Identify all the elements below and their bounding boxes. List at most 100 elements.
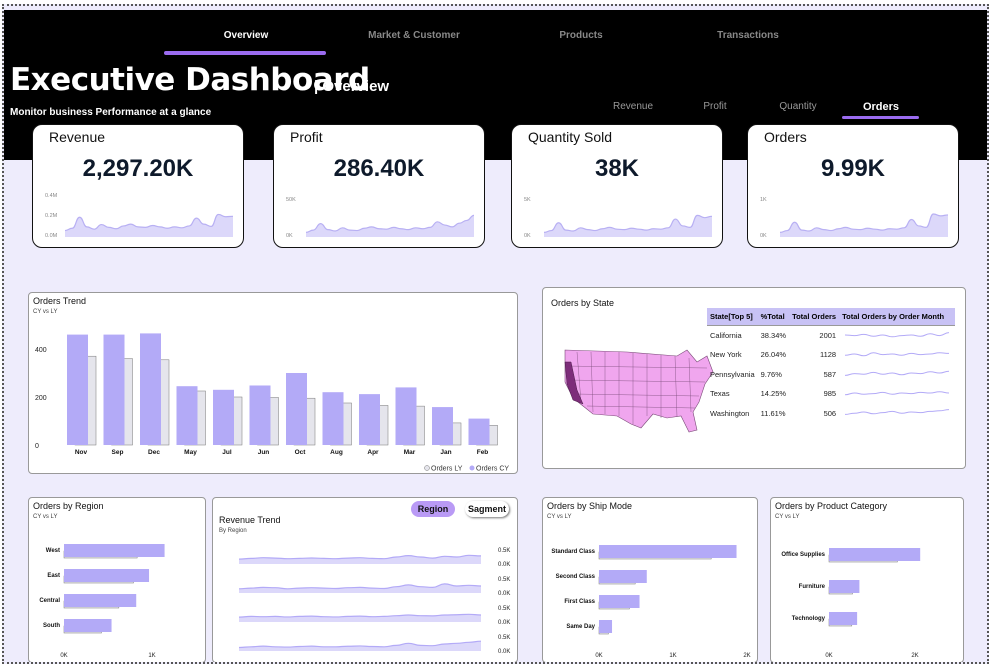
x-tick-label: Mar [404, 449, 416, 456]
revenue-trend-chart: 0.5K 0.0K 0.5K 0.0K 0.5K 0.0K 0.5K 0.0K [238, 548, 510, 655]
metric-tab-profit[interactable]: Profit [675, 101, 755, 112]
kpi-sparkline: 0.4M 0.2M 0.0M [45, 193, 234, 239]
row-sparkline [845, 352, 950, 357]
orders-by-category-chart: Office Supplies Furniture Technology 0K 2K [781, 548, 921, 659]
table-row[interactable]: Pennsylvania 9.76% 587 [707, 365, 955, 385]
kpi-value: 38K [594, 155, 640, 182]
category-label: East [47, 573, 60, 579]
cell-sparkline [839, 345, 955, 365]
col-state[interactable]: State[Top 5] [707, 308, 758, 326]
kpi-axis-label: 0K [286, 233, 293, 239]
table-row[interactable]: California 38.34% 2001 [707, 326, 955, 346]
cell-state: New York [710, 350, 742, 360]
nav-tab-transactions[interactable]: Transactions [668, 30, 828, 41]
orders-by-state-card: Orders by State State[Top 5] %Total Tota… [542, 287, 966, 469]
nav-tab-products[interactable]: Products [501, 30, 661, 41]
cell-sparkline [839, 365, 955, 385]
y-tick-label: 0 [35, 443, 39, 450]
x-tick-label: Jun [258, 449, 270, 456]
x-tick-label: Aug [330, 449, 343, 456]
metric-tab-orders[interactable]: Orders [841, 101, 921, 113]
cell-orders: 587 [823, 369, 837, 379]
bar-orders-cy [103, 334, 125, 445]
sparkline-path [845, 331, 950, 337]
category-label: Office Supplies [781, 552, 825, 558]
category-label: West [46, 548, 60, 554]
bar-orders-cy [359, 394, 380, 445]
x-tick-label: 0K [60, 653, 67, 659]
y-tick-label: 0.5K [498, 606, 510, 612]
bar-cy [599, 595, 640, 608]
x-tick-label: Jul [222, 449, 232, 456]
x-tick-label: Dec [148, 449, 160, 456]
x-tick-label: Sep [112, 449, 124, 456]
usa-map [564, 349, 714, 433]
bar-orders-cy [395, 387, 417, 445]
table-row[interactable]: New York 26.04% 1128 [707, 345, 955, 365]
category-label: First Class [564, 599, 595, 605]
row-sparkline [845, 331, 950, 337]
y-tick-label: 0.0K [498, 591, 510, 597]
row-sparkline [845, 391, 950, 396]
y-tick-label: 0.0K [498, 649, 510, 655]
kpi-sparkline: 1K 0K [760, 197, 949, 239]
bar-cy [64, 594, 137, 607]
cell-orders: 506 [823, 408, 837, 418]
category-label: Second Class [556, 574, 596, 580]
table-row[interactable]: Texas 14.25% 985 [707, 384, 955, 404]
nav-tab-market-customer[interactable]: Market & Customer [334, 30, 494, 41]
bar-cy [829, 548, 921, 561]
kpi-axis-label: 1K [760, 197, 767, 203]
table-row[interactable]: Washington 11.61% 506 [707, 404, 955, 424]
row-sparkline [845, 370, 950, 377]
x-tick-label: Apr [367, 449, 379, 456]
col-orders[interactable]: Total Orders [789, 308, 840, 326]
bar-orders-cy [468, 418, 490, 445]
metric-active-underline [842, 116, 919, 119]
x-tick-label: Feb [477, 449, 489, 456]
nav-tab-overview[interactable]: Overview [166, 30, 326, 41]
metric-tab-quantity[interactable]: Quantity [758, 101, 838, 112]
category-label: Technology [792, 616, 826, 622]
kpi-card-orders: Orders 9.99K 1K 0K [747, 124, 959, 248]
sparkline-path [845, 391, 950, 396]
card-title: Orders by State [551, 298, 615, 308]
sparkline-path [845, 370, 950, 377]
orders-trend-chart: 0 200 400 Nov Sep Dec May Jul Jun Oct Aug Apr Mar Jan… [35, 333, 509, 473]
col-sparkline[interactable]: Total Orders by Order Month [839, 308, 956, 326]
cell-pct: 26.04% [760, 350, 787, 360]
col-pct[interactable]: %Total [757, 308, 790, 326]
kpi-card-profit: Profit 286.40K 50K 0K [273, 124, 485, 248]
x-tick-label: 1K [148, 653, 155, 659]
bar-orders-cy [249, 385, 271, 445]
cell-orders: 985 [823, 389, 837, 399]
kpi-axis-label: 50K [286, 197, 296, 203]
bar-orders-cy [432, 407, 453, 445]
y-tick-label: 0.0K [498, 620, 510, 626]
kpi-axis-label: 0K [524, 233, 531, 239]
kpi-card-quantity: Quantity Sold 38K 5K 0K [511, 124, 723, 248]
bar-orders-cy [213, 389, 234, 445]
nav-active-underline [164, 51, 326, 55]
cell-orders: 2001 [819, 331, 837, 340]
cell-pct: 38.34% [760, 331, 787, 340]
bar-orders-cy [322, 392, 344, 445]
kpi-label: Quantity Sold [528, 129, 613, 145]
metric-tab-revenue[interactable]: Revenue [593, 101, 673, 112]
x-tick-label: 0K [825, 653, 832, 659]
bar-cy [829, 612, 858, 625]
sparkline-path [845, 352, 950, 357]
x-tick-label: 2K [911, 653, 918, 659]
bar-cy [64, 619, 112, 632]
cell-state: California [710, 331, 742, 340]
revenue-trend-card: Revenue Trend By Region Region Sagment 0… [212, 497, 518, 662]
orders-by-ship-mode-card: Orders by Ship Mode CY vs LY Standard Cl… [542, 497, 758, 662]
x-tick-label: 2K [743, 653, 750, 659]
kpi-axis-label: 0.2M [45, 213, 58, 219]
bar-orders-cy [140, 333, 161, 445]
kpi-label: Revenue [49, 129, 106, 145]
orders-trend-card: Orders Trend CY vs LY 0 200 400 Nov Sep Dec Ma… [28, 292, 518, 474]
page-section: | Overview [314, 78, 390, 95]
x-tick-label: Oct [295, 449, 307, 456]
y-tick-label: 0.5K [498, 577, 510, 583]
